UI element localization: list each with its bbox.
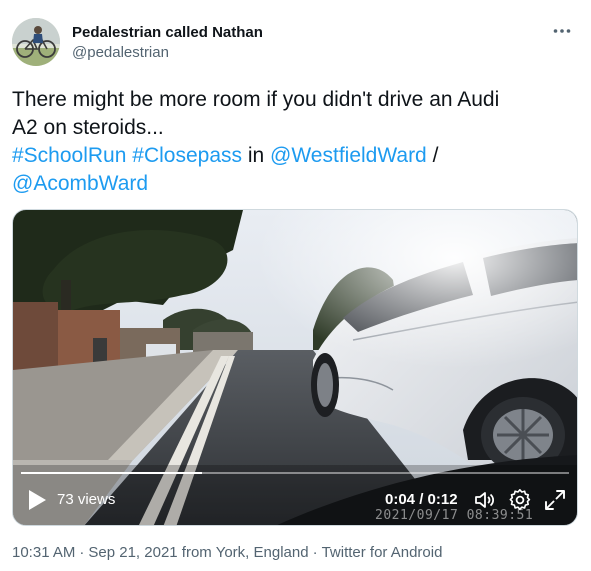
avatar[interactable] <box>12 18 60 66</box>
more-options-button[interactable] <box>549 20 575 42</box>
tweet-date-location[interactable]: Sep 21, 2021 from York, England <box>88 544 308 561</box>
tweet-header: Pedalestrian called Nathan @pedalestrian <box>12 18 579 70</box>
mention-westfieldward[interactable]: @WestfieldWard <box>270 144 427 167</box>
volume-button[interactable] <box>473 488 497 512</box>
tweet-text-line: A2 on steroids... <box>12 116 164 139</box>
display-name[interactable]: Pedalestrian called Nathan <box>72 23 263 43</box>
mention-acombward[interactable]: @AcombWard <box>12 172 148 195</box>
video-time: 0:04 / 0:12 <box>385 491 458 508</box>
play-icon <box>29 490 46 510</box>
hashtag-schoolrun[interactable]: #SchoolRun <box>12 144 126 167</box>
hashtag-closepass[interactable]: #Closepass <box>132 144 242 167</box>
tweet-text: There might be more room if you didn't d… <box>12 86 572 198</box>
slash-separator: / <box>432 144 439 167</box>
tweet-meta: 10:31 AM · Sep 21, 2021 from York, England… <box>12 543 442 563</box>
tweet-tags-line: #SchoolRun #Closepass in @WestfieldWard … <box>12 142 572 170</box>
tweet-source-app[interactable]: Twitter for Android <box>322 544 443 561</box>
meta-separator: · <box>312 544 318 561</box>
volume-icon <box>475 492 495 508</box>
video-player[interactable]: 2021/09/17 08:39:51 73 views 0:04 / 0:12 <box>12 209 578 526</box>
video-progress-fill <box>21 472 202 474</box>
view-count: 73 views <box>57 491 116 508</box>
tweet-time[interactable]: 10:31 AM <box>12 544 75 561</box>
video-controls: 73 views 0:04 / 0:12 <box>13 475 577 525</box>
play-button[interactable] <box>27 489 47 511</box>
gear-icon <box>509 488 531 511</box>
tweet-text-line: There might be more room if you didn't d… <box>12 88 500 111</box>
settings-button[interactable] <box>508 488 532 512</box>
meta-separator: · <box>79 544 85 561</box>
author-names: Pedalestrian called Nathan @pedalestrian <box>72 23 263 63</box>
more-horizontal-icon <box>553 29 571 33</box>
fullscreen-button[interactable] <box>543 488 567 512</box>
in-word: in <box>247 144 265 167</box>
user-handle[interactable]: @pedalestrian <box>72 43 263 63</box>
tweet-tags-line: @AcombWard <box>12 170 572 198</box>
cyclist-photo-avatar-icon <box>12 18 60 66</box>
tweet-card: Pedalestrian called Nathan @pedalestrian… <box>0 0 591 571</box>
video-progress-bar[interactable] <box>21 472 569 474</box>
fullscreen-icon <box>545 490 565 510</box>
